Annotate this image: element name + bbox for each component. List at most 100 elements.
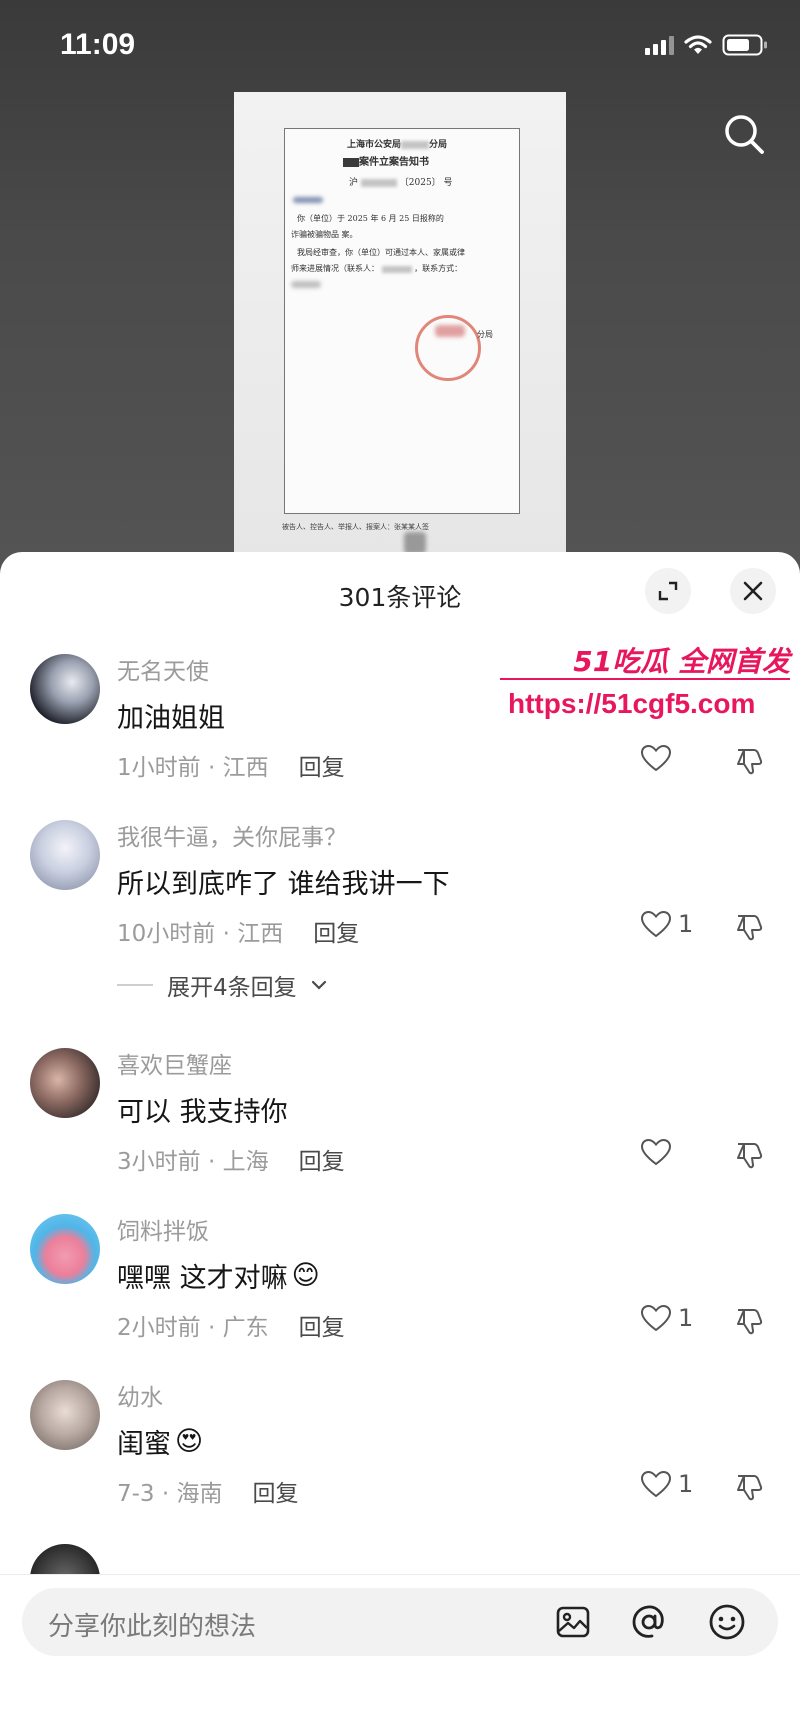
smiley-icon bbox=[709, 1604, 745, 1640]
avatar[interactable] bbox=[30, 654, 100, 724]
dislike-button[interactable] bbox=[734, 1140, 764, 1174]
doc-header-line1-suffix: 分局 bbox=[429, 140, 448, 150]
comment-text: 嘿嘿 这才对嘛 😊 bbox=[117, 1256, 320, 1295]
case-notice-paper: 上海市公安局 分局 案件立案告知书 沪 〔2025〕 号 你（单位）于 2025 … bbox=[284, 128, 520, 514]
dislike-button[interactable] bbox=[734, 912, 764, 946]
mention-button[interactable] bbox=[630, 1603, 668, 1641]
comment-meta: 7-3 · 海南 回复 bbox=[117, 1474, 299, 1508]
comment-text-content: 可以 我支持你 bbox=[117, 1097, 288, 1128]
comment-text-content: 加油姐姐 bbox=[117, 703, 225, 734]
avatar[interactable] bbox=[30, 820, 100, 890]
comment-text: 加油姐姐 bbox=[117, 696, 225, 735]
search-icon bbox=[725, 115, 764, 154]
input-divider bbox=[0, 1574, 800, 1575]
reply-button[interactable]: 回复 bbox=[299, 1142, 345, 1176]
comment-meta: 10小时前 · 江西 回复 bbox=[117, 914, 359, 948]
like-count: 1 bbox=[678, 1304, 694, 1332]
doc-body-line3: 我局经审查，你（单位）可通过本人、家属或律 bbox=[297, 248, 465, 257]
comment-username[interactable]: 幼水 bbox=[117, 1378, 163, 1412]
reply-button[interactable]: 回复 bbox=[253, 1474, 299, 1508]
watermark-line bbox=[500, 678, 790, 680]
doc-footer: 被告人、控告人、举报人、报案人：张某某人签 bbox=[282, 523, 429, 531]
thumbs-down-icon bbox=[737, 915, 763, 941]
watermark-title: 51吃瓜 全网首发 bbox=[573, 645, 790, 678]
thumbs-down-icon bbox=[737, 749, 763, 775]
expand-replies-button[interactable]: 展开4条回复 bbox=[117, 968, 327, 1002]
doc-body-line1: 你（单位）于 2025 年 6 月 25 日报称的 bbox=[297, 214, 444, 223]
wifi-icon bbox=[684, 35, 712, 54]
avatar[interactable] bbox=[30, 1048, 100, 1118]
image-button[interactable] bbox=[554, 1603, 592, 1641]
comment-input[interactable]: 分享你此刻的想法 bbox=[22, 1588, 778, 1656]
comment-text-content: 闺蜜 bbox=[117, 1429, 171, 1460]
expand-replies-label: 展开4条回复 bbox=[167, 975, 297, 1001]
doc-body-line2: 诈骗被骗物品 案。 bbox=[291, 230, 358, 239]
close-icon bbox=[743, 581, 763, 601]
comment-meta: 1小时前 · 江西 回复 bbox=[117, 748, 345, 782]
document-image: 上海市公安局 分局 案件立案告知书 沪 〔2025〕 号 你（单位）于 2025 … bbox=[234, 92, 566, 562]
expand-button[interactable] bbox=[645, 568, 691, 614]
comment-time-location: 2小时前 · 广东 bbox=[117, 1315, 269, 1341]
watermark-url: https://51cgf5.com bbox=[508, 688, 756, 719]
comment-time-location: 1小时前 · 江西 bbox=[117, 755, 269, 781]
seal-blur bbox=[435, 325, 465, 337]
avatar[interactable] bbox=[30, 1380, 100, 1450]
like-button[interactable]: 1 bbox=[640, 1304, 693, 1332]
heart-eyes-emoji: 😍 bbox=[175, 1426, 204, 1457]
comment-time-location: 3小时前 · 上海 bbox=[117, 1149, 269, 1175]
like-button[interactable] bbox=[640, 744, 678, 772]
reply-button[interactable]: 回复 bbox=[299, 1308, 345, 1342]
next-comment-avatar-partial bbox=[30, 1544, 100, 1574]
doc-ref-suffix: 号 bbox=[443, 178, 453, 188]
comment-username[interactable]: 饲料拌饭 bbox=[117, 1212, 209, 1246]
like-count: 1 bbox=[678, 910, 694, 938]
comment-time-location: 10小时前 · 江西 bbox=[117, 921, 284, 947]
comment-text-content: 嘿嘿 这才对嘛 bbox=[117, 1263, 288, 1294]
thumbs-down-icon bbox=[737, 1143, 763, 1169]
battery-icon bbox=[722, 34, 767, 56]
image-icon bbox=[556, 1606, 590, 1638]
dislike-button[interactable] bbox=[734, 746, 764, 780]
status-icons bbox=[645, 34, 768, 56]
signal-icon bbox=[645, 35, 674, 55]
comment-meta: 3小时前 · 上海 回复 bbox=[117, 1142, 345, 1176]
like-button[interactable]: 1 bbox=[640, 1470, 693, 1498]
emoji-button[interactable] bbox=[708, 1603, 746, 1641]
doc-footer-blur bbox=[404, 532, 426, 554]
divider bbox=[117, 984, 153, 986]
chevron-down-icon bbox=[311, 980, 326, 990]
like-button[interactable]: 1 bbox=[640, 910, 693, 938]
avatar[interactable] bbox=[30, 1214, 100, 1284]
expand-icon bbox=[658, 581, 678, 601]
comment-input-placeholder: 分享你此刻的想法 bbox=[48, 1612, 257, 1642]
reply-button[interactable]: 回复 bbox=[313, 914, 359, 948]
doc-contact-blur bbox=[291, 281, 321, 288]
comment-time-location: 7-3 · 海南 bbox=[117, 1481, 223, 1507]
thumbs-down-icon bbox=[737, 1309, 763, 1335]
doc-body-line4: 师来进展情况（联系人： bbox=[291, 264, 379, 273]
heart-icon bbox=[640, 910, 672, 938]
close-button[interactable] bbox=[730, 568, 776, 614]
comment-text: 可以 我支持你 bbox=[117, 1090, 288, 1129]
comment-text: 所以到底咋了 谁给我讲一下 bbox=[117, 862, 450, 901]
dislike-button[interactable] bbox=[734, 1472, 764, 1506]
comment-username[interactable]: 我很牛逼，关你屁事？ bbox=[117, 818, 347, 852]
at-icon bbox=[632, 1605, 664, 1638]
doc-header-line2: 案件立案告知书 bbox=[359, 157, 429, 168]
comment-username[interactable]: 无名天使 bbox=[117, 652, 209, 686]
comment-text: 闺蜜 😍 bbox=[117, 1422, 203, 1461]
comment-meta: 2小时前 · 广东 回复 bbox=[117, 1308, 345, 1342]
comment-username[interactable]: 喜欢巨蟹座 bbox=[117, 1046, 232, 1080]
reply-button[interactable]: 回复 bbox=[299, 748, 345, 782]
dislike-button[interactable] bbox=[734, 1306, 764, 1340]
doc-recipient-blur bbox=[293, 197, 323, 203]
heart-icon bbox=[640, 1470, 672, 1498]
search-button[interactable] bbox=[720, 110, 770, 160]
doc-header-line1: 上海市公安局 bbox=[347, 140, 402, 150]
thumbs-down-icon bbox=[737, 1475, 763, 1501]
like-count: 1 bbox=[678, 1470, 694, 1498]
status-time: 11:09 bbox=[60, 28, 136, 61]
comment-text-content: 所以到底咋了 谁给我讲一下 bbox=[117, 869, 450, 900]
like-button[interactable] bbox=[640, 1138, 678, 1166]
heart-icon bbox=[640, 1138, 672, 1166]
